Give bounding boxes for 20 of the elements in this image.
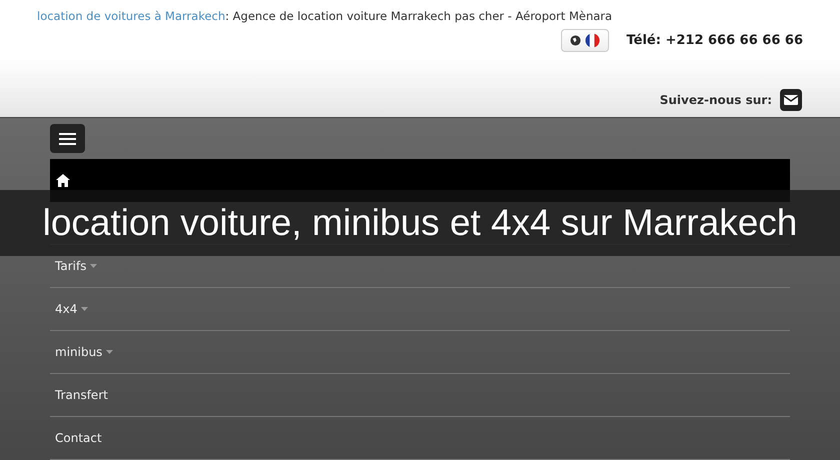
menu-button[interactable]: [50, 124, 85, 153]
language-button[interactable]: [560, 29, 608, 52]
mail-icon[interactable]: [780, 89, 802, 111]
flag-icon: [584, 33, 600, 48]
menu-item[interactable]: minibus: [55, 343, 114, 361]
home-icon[interactable]: [56, 174, 70, 187]
phone-number: Télé: +212 666 66 66 66: [626, 32, 803, 50]
menu-item[interactable]: Tarifs: [55, 257, 98, 275]
globe-icon: [570, 35, 580, 46]
site-link[interactable]: location de voitures à Marrakech: [37, 9, 226, 23]
follow-label: Suivez-nous sur:: [660, 92, 772, 109]
menu-item[interactable]: Contact: [55, 429, 102, 447]
caret-icon: [90, 264, 98, 268]
banner-title: location voiture, minibus et 4x4 sur Marrakech: [42, 201, 798, 246]
caret-icon: [106, 350, 114, 354]
menu-icon: [59, 132, 76, 144]
caret-icon: [81, 307, 88, 311]
menu-item[interactable]: Transfert: [55, 386, 108, 404]
tagline: : Agence de location voiture Marrakech pas cher - Aéroport Mènara: [225, 9, 612, 23]
menu-item[interactable]: 4x4: [55, 300, 88, 318]
